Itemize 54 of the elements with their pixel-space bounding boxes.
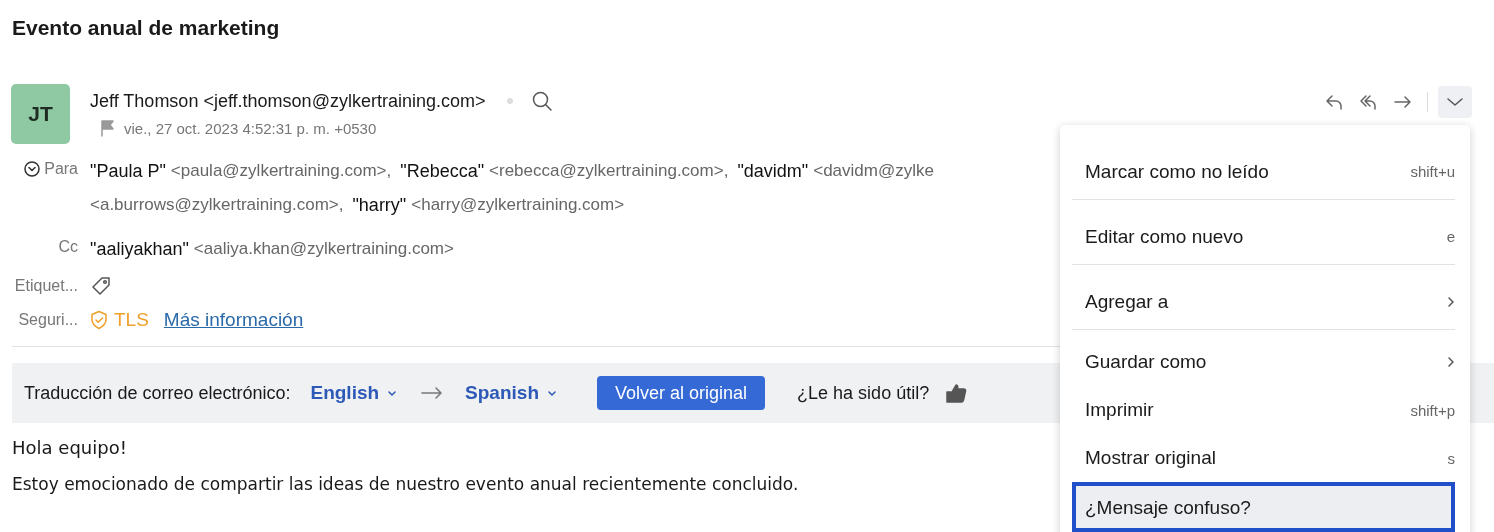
keyboard-shortcut: e [1446, 228, 1455, 245]
menu-item[interactable]: Imprimir shift+p [1072, 386, 1455, 434]
menu-item[interactable]: Agregar a [1072, 273, 1455, 330]
recipient-address: <aaliya.khan@zylkertraining.com> [193, 239, 454, 259]
language-dropdown[interactable]: Spanish [465, 382, 557, 404]
recipient-address: <rebecca@zylkertraining.com>, [489, 161, 729, 181]
recipient-address: <davidm@zylke [813, 161, 934, 181]
field-label: Seguri... [18, 311, 78, 329]
thumbs-up-icon[interactable] [945, 383, 968, 403]
body-paragraph: Hola equipo! [12, 437, 127, 458]
more-info-link[interactable]: Más información [163, 309, 304, 331]
translation-label: Traducción de correo electrónico: [24, 382, 291, 404]
field-label: Cc [58, 238, 78, 256]
field-label: Etiquet... [14, 277, 78, 295]
tag-icon[interactable] [90, 275, 112, 297]
recipient-address: <a.burrows@zylkertraining.com>, [90, 195, 344, 215]
recipient-name: "Rebecca" [400, 160, 485, 182]
recipient-address: <harry@zylkertraining.com> [411, 195, 625, 215]
flag-icon[interactable] [98, 119, 116, 137]
chevron-down-icon [547, 388, 557, 398]
email-date: vie., 27 oct. 2023 4:52:31 p. m. +0530 [124, 119, 377, 137]
menu-item[interactable]: Marcar como no leído shift+u [1072, 143, 1455, 200]
keyboard-shortcut: shift+p [1410, 401, 1455, 419]
recipient-name: "aaliyakhan" [90, 238, 189, 260]
recipient-address: <paula@zylkertraining.com>, [170, 161, 392, 181]
feedback-question: ¿Le ha sido útil? [797, 382, 930, 404]
search-icon[interactable] [531, 90, 554, 112]
shield-icon [90, 310, 108, 330]
recipient-name: "harry" [352, 194, 407, 216]
email-subject: Evento anual de marketing [11, 15, 281, 41]
separator-dot [507, 98, 514, 104]
recipient-name: "davidm" [737, 160, 809, 182]
body-paragraph: Estoy emocionado de compartir las ideas de nuestro evento anual recientemente concluido. [12, 474, 799, 494]
chevron-down-icon [387, 388, 398, 398]
arrow-right-icon [421, 386, 444, 400]
sender-name: Jeff Thomson <jeff.thomson@zylkertraining.com> [90, 90, 486, 112]
reply-icon[interactable] [1325, 92, 1345, 112]
expand-icon[interactable] [24, 161, 41, 177]
chevron-right-icon [1447, 295, 1455, 308]
reply-all-icon[interactable] [1359, 92, 1379, 112]
avatar: JT [11, 84, 70, 144]
chevron-right-icon [1447, 356, 1455, 368]
security-protocol: TLS [114, 309, 149, 331]
more-button[interactable] [1438, 86, 1472, 118]
menu-item[interactable]: Editar como nuevo e [1072, 208, 1455, 265]
keyboard-shortcut: s [1447, 449, 1455, 467]
field-label: Para [44, 160, 78, 178]
menu-item[interactable]: Mostrar original s [1072, 434, 1455, 482]
language-dropdown[interactable]: English [310, 382, 398, 404]
recipient-name: "Paula P" [90, 160, 166, 182]
revert-button[interactable]: Volver al original [597, 376, 766, 410]
menu-item[interactable]: Guardar como [1072, 338, 1455, 386]
menu-item[interactable]: ¿Mensaje confuso? [1072, 482, 1455, 532]
keyboard-shortcut: shift+u [1410, 163, 1455, 180]
